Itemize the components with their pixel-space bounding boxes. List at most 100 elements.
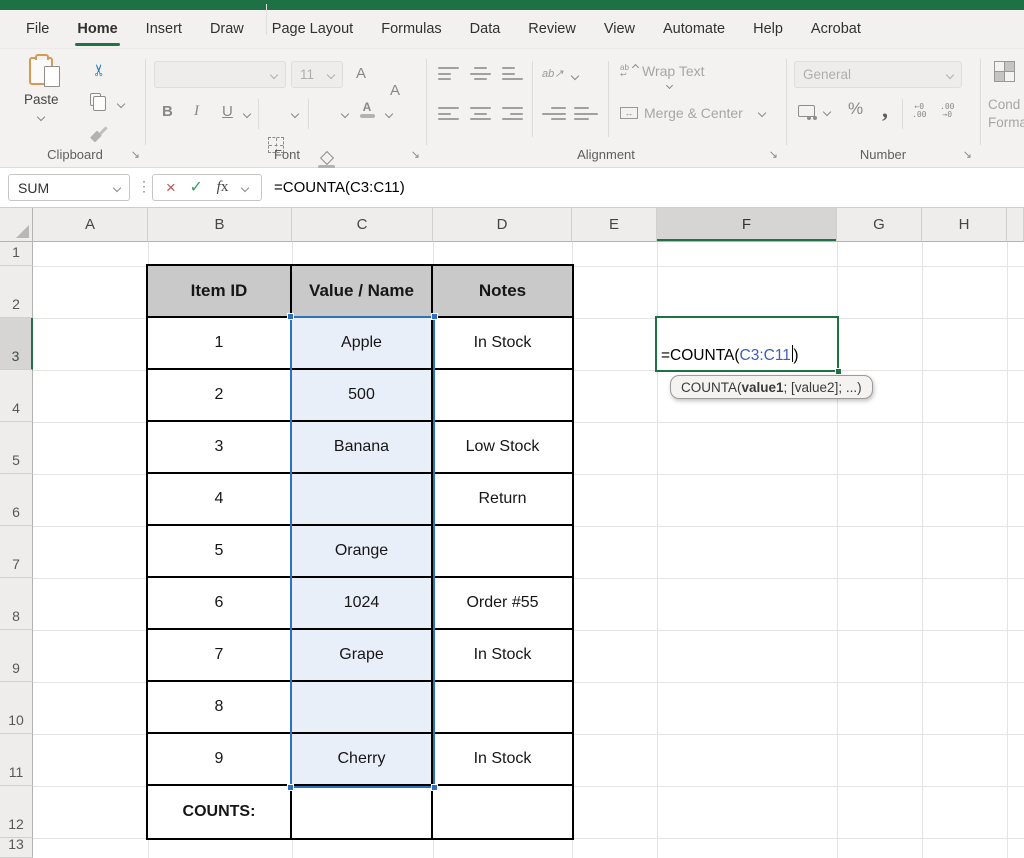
- row-header-4[interactable]: 4: [0, 370, 33, 422]
- cut-button[interactable]: ✂: [94, 61, 107, 79]
- decrease-indent-button[interactable]: [542, 107, 566, 120]
- underline-button[interactable]: U: [222, 103, 233, 120]
- name-box[interactable]: SUM: [8, 174, 130, 201]
- cell-C8[interactable]: 1024: [292, 578, 433, 630]
- column-header-f[interactable]: F: [657, 208, 837, 242]
- cell-D11[interactable]: In Stock: [433, 734, 572, 786]
- cell-C6[interactable]: [292, 474, 433, 526]
- row-header-9[interactable]: 9: [0, 630, 33, 682]
- row-header-6[interactable]: 6: [0, 474, 33, 526]
- tab-acrobat[interactable]: Acrobat: [797, 10, 875, 48]
- cell-D8[interactable]: Order #55: [433, 578, 572, 630]
- column-header-partial[interactable]: [1007, 208, 1024, 242]
- cell-D9[interactable]: In Stock: [433, 630, 572, 682]
- merge-center-button[interactable]: ↔ Merge & Center: [620, 105, 765, 121]
- row-header-5[interactable]: 5: [0, 422, 33, 474]
- cell-B9[interactable]: 7: [148, 630, 292, 682]
- accounting-chevron-icon[interactable]: [823, 108, 831, 116]
- font-color-button[interactable]: A: [360, 101, 374, 118]
- clipboard-dialog-launcher[interactable]: ↘: [131, 150, 140, 160]
- row-header-7[interactable]: 7: [0, 526, 33, 578]
- paste-button[interactable]: Paste: [24, 57, 59, 125]
- cell-C7[interactable]: Orange: [292, 526, 433, 578]
- row-header-12[interactable]: 12: [0, 786, 33, 838]
- borders-chevron-icon[interactable]: [291, 110, 299, 118]
- column-header-h[interactable]: H: [922, 208, 1007, 242]
- cell-B7[interactable]: 5: [148, 526, 292, 578]
- row-header-10[interactable]: 10: [0, 682, 33, 734]
- tab-insert[interactable]: Insert: [132, 10, 196, 48]
- row-header-11[interactable]: 11: [0, 734, 33, 786]
- column-header-c[interactable]: C: [292, 208, 433, 242]
- cell-C11[interactable]: Cherry: [292, 734, 433, 786]
- italic-button[interactable]: I: [194, 103, 199, 120]
- cell-B2[interactable]: Item ID: [148, 266, 292, 318]
- orientation-button[interactable]: ab↗: [542, 67, 563, 80]
- cell-C4[interactable]: 500: [292, 370, 433, 422]
- orientation-chevron-icon[interactable]: [571, 72, 579, 80]
- tab-file[interactable]: File: [12, 10, 63, 48]
- align-top-button[interactable]: [438, 67, 459, 80]
- cell-C3[interactable]: Apple: [292, 318, 433, 370]
- font-name-combo[interactable]: [154, 61, 286, 88]
- cell-C9[interactable]: Grape: [292, 630, 433, 682]
- alignment-dialog-launcher[interactable]: ↘: [769, 150, 778, 160]
- tab-automate[interactable]: Automate: [649, 10, 739, 48]
- cancel-button[interactable]: ×: [166, 179, 176, 196]
- cell-B3[interactable]: 1: [148, 318, 292, 370]
- formula-input[interactable]: =COUNTA(C3:C11): [274, 168, 405, 207]
- row-header-2[interactable]: 2: [0, 266, 33, 318]
- tab-home[interactable]: Home: [63, 10, 131, 48]
- column-header-g[interactable]: G: [837, 208, 922, 242]
- tab-data[interactable]: Data: [456, 10, 515, 48]
- cell-C10[interactable]: [292, 682, 433, 734]
- format-painter-button[interactable]: [90, 125, 108, 146]
- insert-function-chevron-icon[interactable]: [241, 183, 249, 191]
- tab-formulas[interactable]: Formulas: [367, 10, 455, 48]
- insert-function-button[interactable]: fx: [217, 179, 229, 196]
- copy-button[interactable]: [90, 93, 101, 111]
- increase-indent-button[interactable]: [574, 107, 598, 120]
- cell-B8[interactable]: 6: [148, 578, 292, 630]
- comma-style-button[interactable]: ,: [882, 105, 888, 115]
- column-header-d[interactable]: D: [433, 208, 572, 242]
- cell-D5[interactable]: Low Stock: [433, 422, 572, 474]
- tab-review[interactable]: Review: [514, 10, 590, 48]
- row-header-1[interactable]: 1: [0, 242, 33, 266]
- cell-D3[interactable]: In Stock: [433, 318, 572, 370]
- tab-draw[interactable]: Draw: [196, 10, 258, 48]
- cell-D4[interactable]: [433, 370, 572, 422]
- select-all-button[interactable]: [0, 208, 33, 242]
- row-header-13[interactable]: 13: [0, 838, 33, 858]
- formula-bar-drag-handle[interactable]: ⋮: [137, 178, 151, 195]
- cell-B5[interactable]: 3: [148, 422, 292, 474]
- fill-handle[interactable]: [835, 368, 842, 375]
- enter-button[interactable]: ✓: [190, 180, 203, 196]
- column-header-a[interactable]: A: [33, 208, 148, 242]
- align-right-button[interactable]: [502, 107, 523, 120]
- number-dialog-launcher[interactable]: ↘: [963, 150, 972, 160]
- tab-page-layout[interactable]: Page Layout: [258, 10, 367, 48]
- column-header-b[interactable]: B: [148, 208, 292, 242]
- align-center-button[interactable]: [470, 107, 491, 120]
- copy-chevron-icon[interactable]: [117, 100, 125, 108]
- align-middle-button[interactable]: [470, 67, 491, 80]
- cell-D10[interactable]: [433, 682, 572, 734]
- increase-decimal-button[interactable]: ←0 .00: [912, 103, 926, 119]
- align-left-button[interactable]: [438, 107, 459, 120]
- column-header-e[interactable]: E: [572, 208, 657, 242]
- wrap-text-button[interactable]: ab↩ Wrap Text: [620, 63, 705, 79]
- cell-D12[interactable]: [433, 786, 572, 838]
- font-color-chevron-icon[interactable]: [385, 110, 393, 118]
- active-cell-editor[interactable]: =COUNTA(C3:C11): [655, 316, 839, 372]
- accounting-format-button[interactable]: [798, 105, 815, 117]
- decrease-decimal-button[interactable]: .00 →0: [940, 103, 954, 119]
- cell-D7[interactable]: [433, 526, 572, 578]
- fill-color-chevron-icon[interactable]: [341, 110, 349, 118]
- cell-C2[interactable]: Value / Name: [292, 266, 433, 318]
- font-dialog-launcher[interactable]: ↘: [411, 150, 420, 160]
- cell-C12[interactable]: [292, 786, 433, 838]
- row-header-3[interactable]: 3: [0, 318, 33, 370]
- cell-C5[interactable]: Banana: [292, 422, 433, 474]
- cell-D2[interactable]: Notes: [433, 266, 572, 318]
